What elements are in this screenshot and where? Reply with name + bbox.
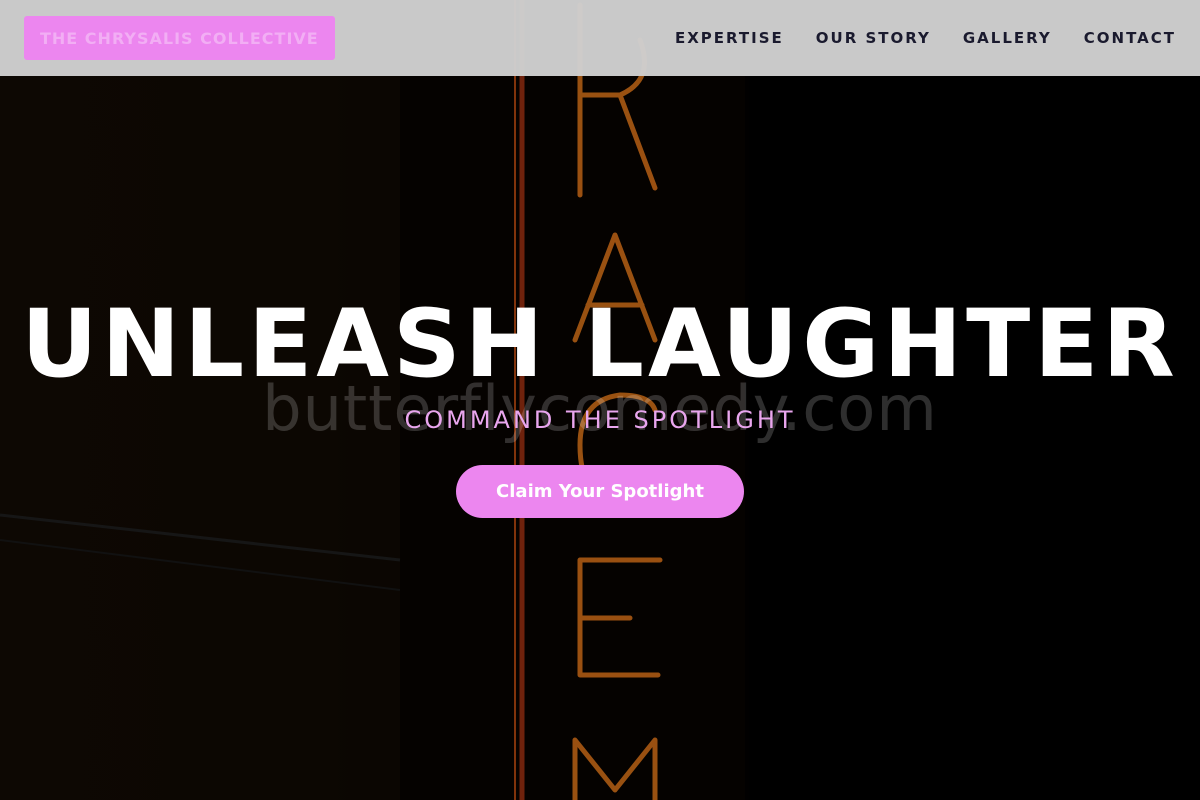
nav-link-gallery[interactable]: GALLERY (963, 29, 1052, 47)
main-nav: EXPERTISE OUR STORY GALLERY CONTACT (675, 29, 1176, 47)
nav-link-expertise[interactable]: EXPERTISE (675, 29, 784, 47)
nav-link-contact[interactable]: CONTACT (1084, 29, 1176, 47)
brand-logo[interactable]: THE CHRYSALIS COLLECTIVE (24, 16, 335, 60)
top-navbar: THE CHRYSALIS COLLECTIVE EXPERTISE OUR S… (0, 0, 1200, 76)
claim-spotlight-button[interactable]: Claim Your Spotlight (456, 465, 744, 518)
nav-link-our-story[interactable]: OUR STORY (816, 29, 931, 47)
hero-headline: UNLEASH LAUGHTER (21, 290, 1179, 399)
hero-subheadline: COMMAND THE SPOTLIGHT (404, 406, 796, 434)
